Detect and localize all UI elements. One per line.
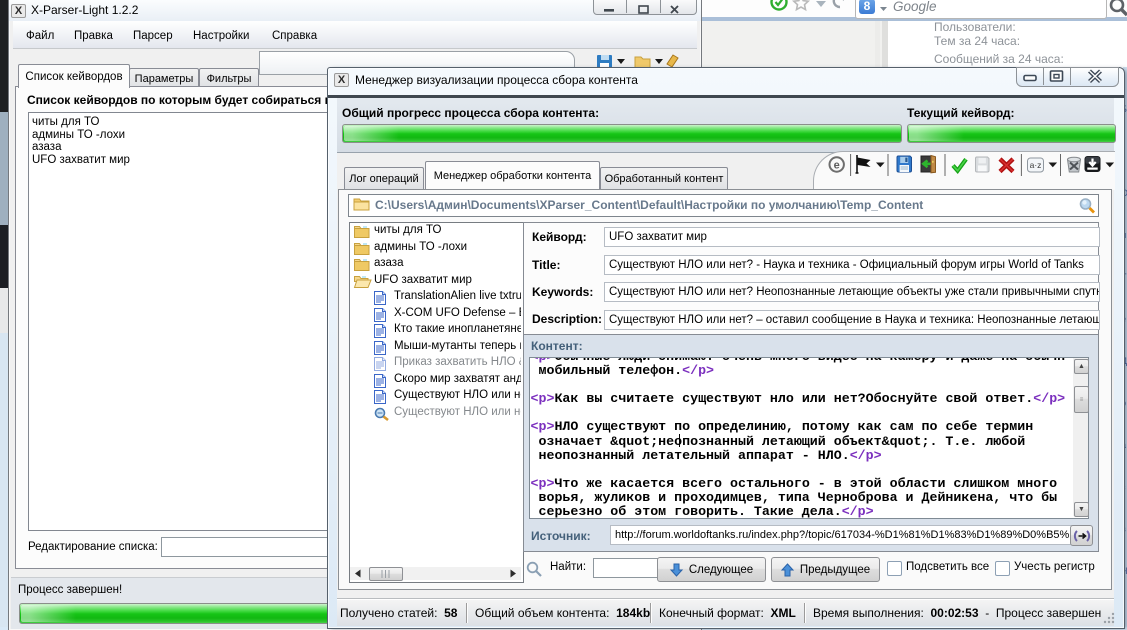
svg-text:a·z: a·z <box>1030 160 1042 170</box>
svg-text:e: e <box>834 160 840 172</box>
